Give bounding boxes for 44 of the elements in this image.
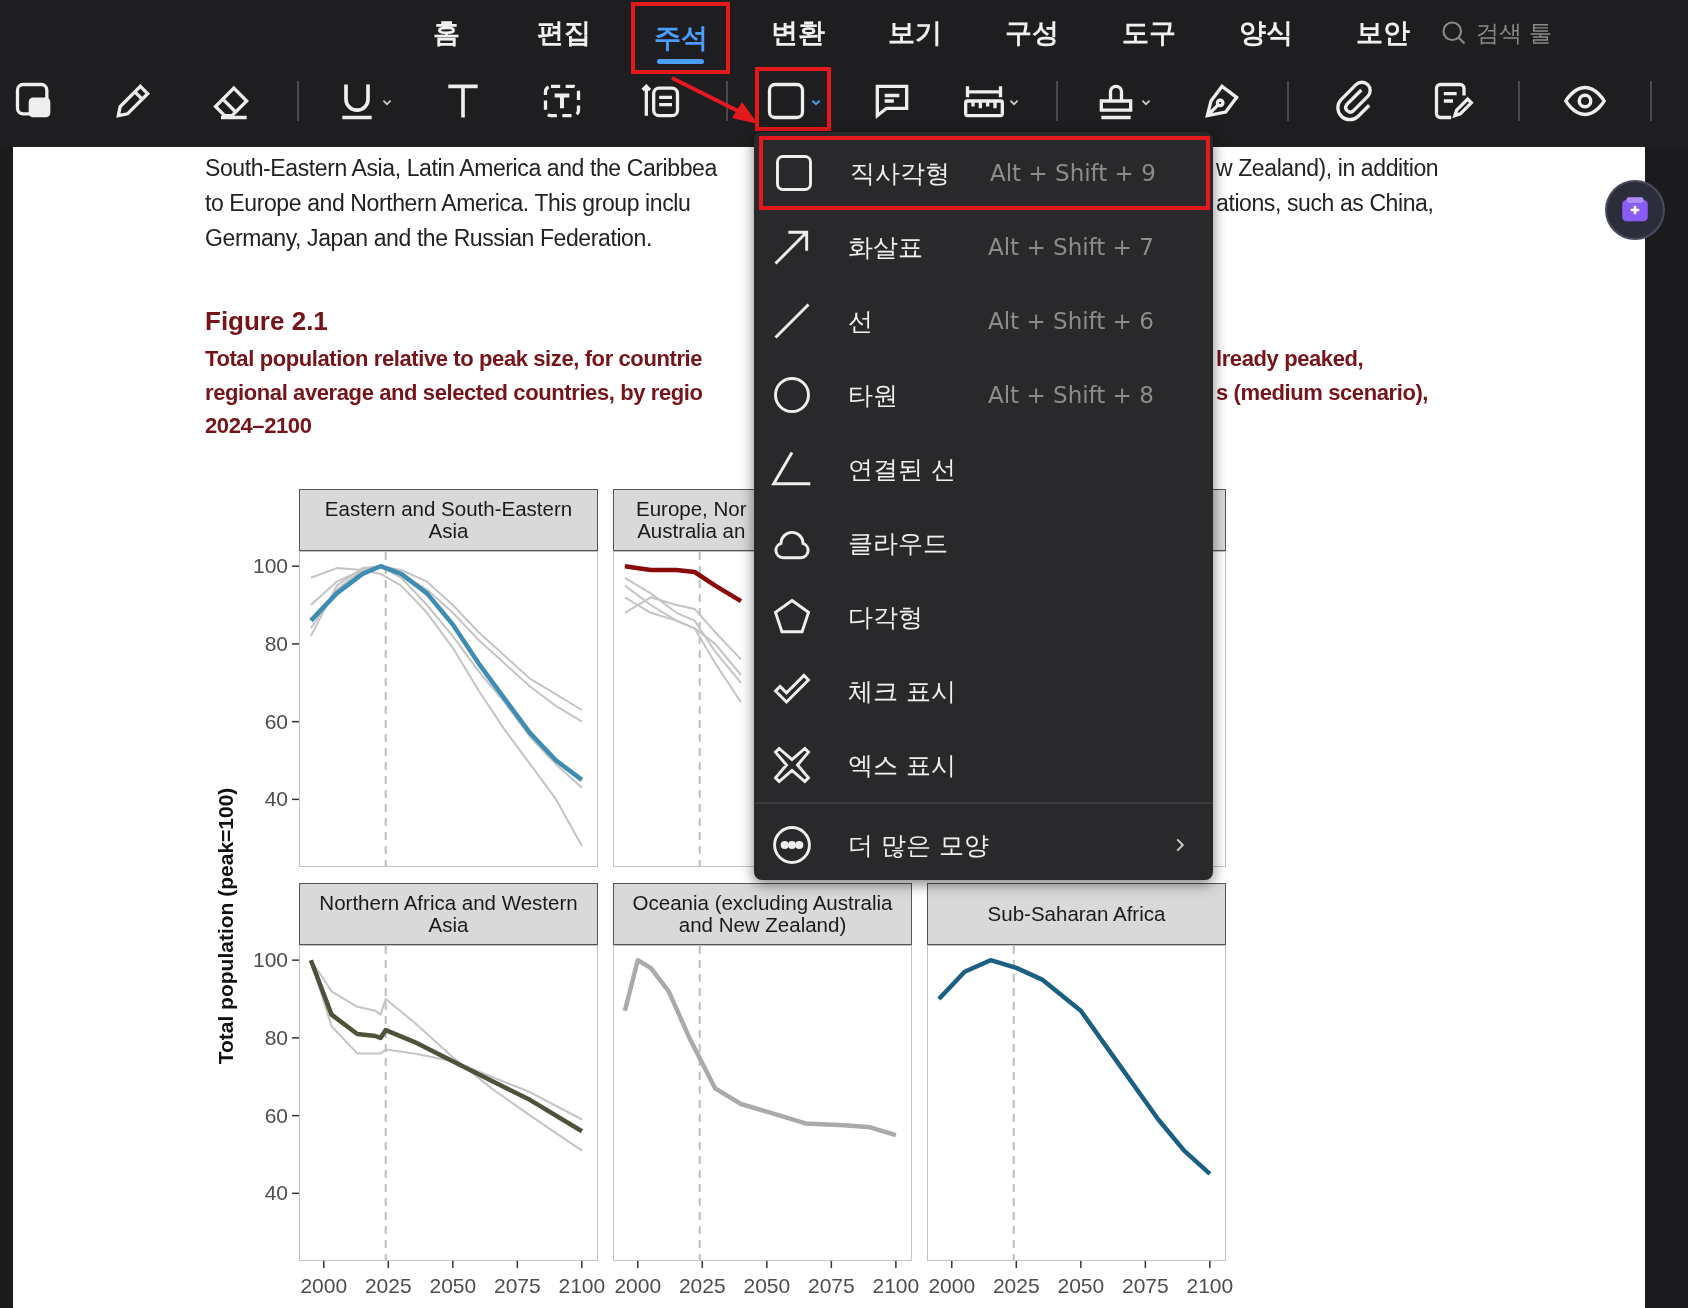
tick-label: 2100 bbox=[1186, 1273, 1234, 1297]
shortcut-text: Alt + Shift + 8 bbox=[988, 382, 1154, 408]
tick-label: 2100 bbox=[872, 1273, 920, 1297]
axis-title: Total population (peak=100) bbox=[214, 787, 238, 1064]
panel-title: Eastern and South-Eastern Asia bbox=[324, 497, 573, 542]
tick-label: 2075 bbox=[494, 1273, 541, 1297]
shortcut-text: Alt + Shift + 9 bbox=[990, 160, 1156, 186]
body-text: to Europe and Northern America. This group inclu bbox=[205, 189, 691, 218]
panel-title: Northern Africa and Western Asia bbox=[319, 891, 578, 936]
tick-label: 2000 bbox=[928, 1273, 976, 1297]
tick-label: 2050 bbox=[1057, 1273, 1105, 1297]
tick-label: 100 bbox=[252, 947, 288, 971]
figure-label: Figure 2.1 bbox=[205, 306, 328, 336]
body-text: Germany, Japan and the Russian Federation. bbox=[205, 224, 652, 253]
tick-label: 80 bbox=[264, 631, 288, 655]
tick-label: 2000 bbox=[300, 1273, 348, 1297]
panel-title: Europe, Nor Australia an bbox=[636, 497, 747, 542]
figure-caption: lready peaked, bbox=[1216, 345, 1364, 373]
tick-label: 80 bbox=[264, 1025, 288, 1049]
tick-label: 2025 bbox=[364, 1273, 412, 1297]
tick-label: 2100 bbox=[558, 1273, 606, 1297]
figure-caption: 2024–2100 bbox=[205, 412, 312, 440]
tick-label: 2075 bbox=[808, 1273, 855, 1297]
tick-label: 2050 bbox=[743, 1273, 791, 1297]
tick-label: 40 bbox=[264, 1180, 288, 1204]
panel-title: Oceania (excluding Australia and New Zealand) bbox=[632, 891, 893, 936]
shortcut-text: Alt + Shift + 7 bbox=[988, 234, 1154, 260]
tick-label: 100 bbox=[252, 553, 288, 577]
tick-label: 2075 bbox=[1122, 1273, 1169, 1297]
panel-title: Sub-Saharan Africa bbox=[987, 902, 1166, 925]
figure-caption: s (medium scenario), bbox=[1216, 378, 1429, 407]
shortcut-text: Alt + Shift + 6 bbox=[988, 308, 1154, 334]
figure-caption: regional average and selected countries, by regio bbox=[205, 378, 703, 407]
tick-label: 2050 bbox=[429, 1273, 477, 1297]
figure-caption: Total population relative to peak size, for countrie bbox=[205, 345, 703, 373]
body-text: ations, such as China, bbox=[1216, 189, 1434, 218]
tick-label: 60 bbox=[264, 1103, 288, 1127]
body-text: South-Eastern Asia, Latin America and the Caribbea bbox=[205, 154, 717, 183]
tick-label: 60 bbox=[264, 709, 288, 733]
body-text: w Zealand), in addition bbox=[1216, 154, 1439, 183]
tick-label: 2025 bbox=[678, 1273, 726, 1297]
tick-label: 2025 bbox=[992, 1273, 1040, 1297]
tick-label: 2000 bbox=[614, 1273, 662, 1297]
tick-label: 40 bbox=[264, 786, 288, 810]
